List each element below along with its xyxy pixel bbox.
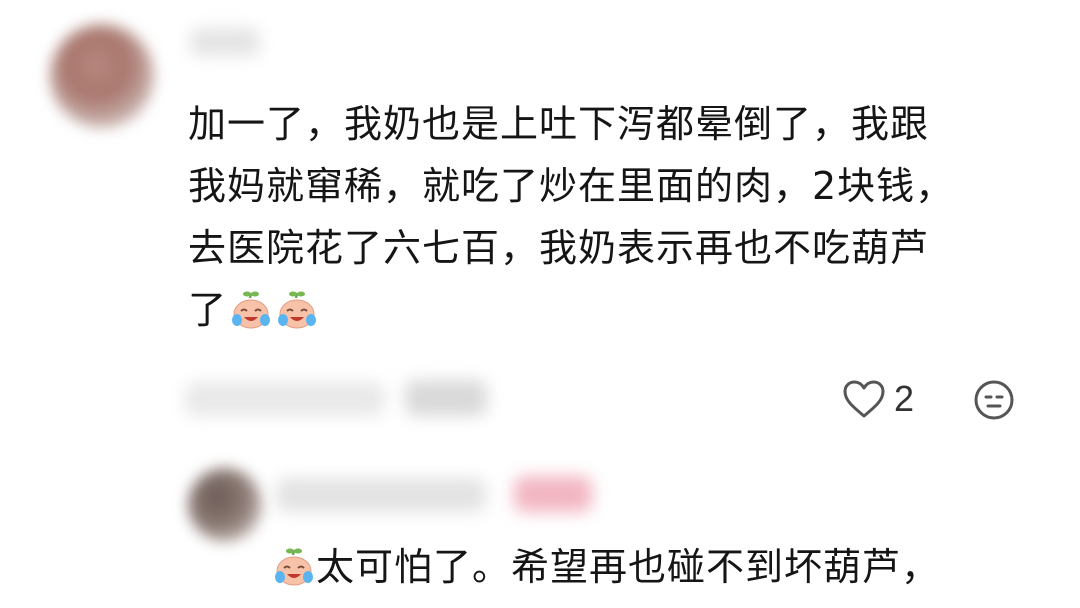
reply-username[interactable] bbox=[276, 478, 486, 512]
comment-line: 了 bbox=[188, 288, 228, 332]
heart-icon bbox=[843, 380, 885, 418]
comment-line: 去医院花了六七百，我奶表示再也不吃葫芦 bbox=[188, 226, 930, 270]
like-count: 2 bbox=[894, 378, 915, 419]
comment-body: 加一了，我奶也是上吐下泻都晕倒了，我跟 我妈就窜稀，就吃了炒在里面的肉，2块钱，… bbox=[188, 93, 1028, 341]
crying-gourd-icon bbox=[232, 291, 271, 329]
crying-gourd-icon bbox=[275, 548, 313, 586]
commenter-avatar[interactable] bbox=[50, 24, 154, 128]
reply-avatar[interactable] bbox=[188, 468, 262, 542]
like-button[interactable]: 2 bbox=[842, 377, 914, 421]
comment-line-last: 了 bbox=[188, 279, 1028, 341]
commenter-username[interactable] bbox=[190, 28, 260, 56]
dislike-face-icon[interactable] bbox=[972, 378, 1016, 422]
crying-gourd-icon bbox=[278, 291, 317, 329]
reply-badge bbox=[514, 476, 592, 512]
comment-timestamp bbox=[185, 382, 385, 416]
reply-link[interactable] bbox=[405, 380, 487, 416]
comment-line: 加一了，我奶也是上吐下泻都晕倒了，我跟 bbox=[188, 102, 930, 146]
reply-body: 太可怕了。希望再也碰不到坏葫芦， bbox=[272, 536, 940, 598]
comment-line: 我妈就窜稀，就吃了炒在里面的肉，2块钱， bbox=[188, 164, 955, 208]
reply-text: 太可怕了。希望再也碰不到坏葫芦， bbox=[316, 545, 941, 589]
